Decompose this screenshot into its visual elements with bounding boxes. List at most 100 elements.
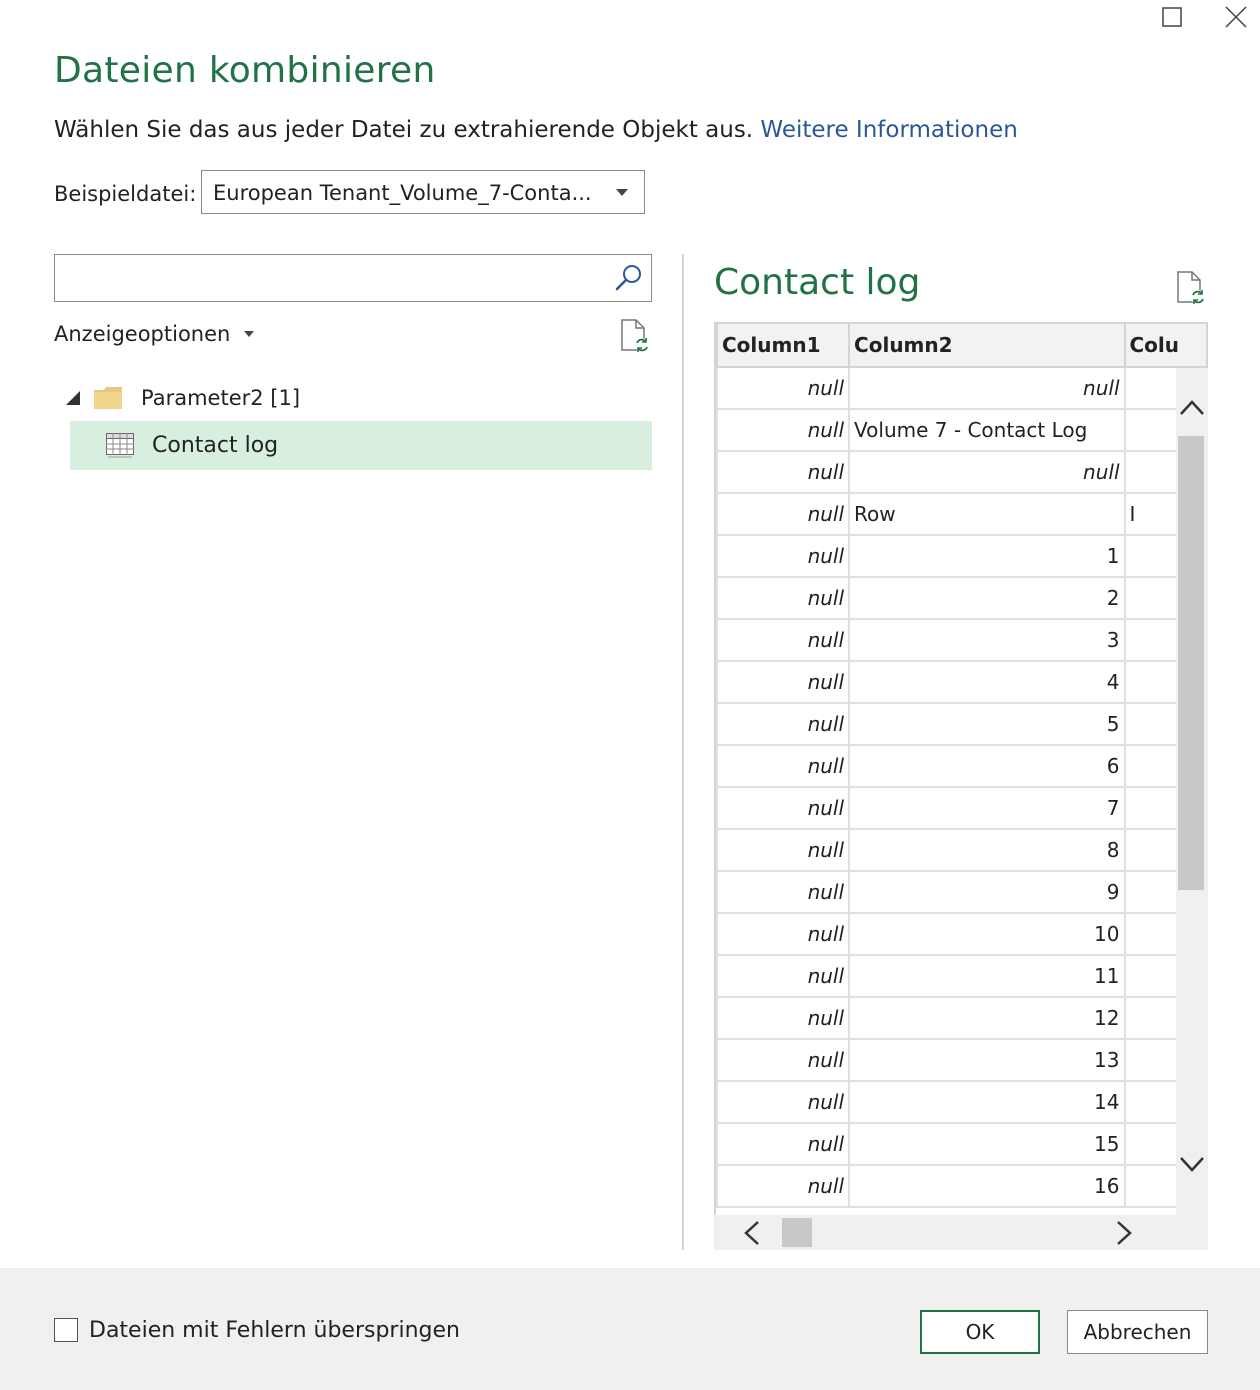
sample-file-dropdown[interactable]: European Tenant_Volume_7-Conta... bbox=[201, 170, 645, 214]
table-cell[interactable]: Volume 7 - Contact Log bbox=[848, 409, 1126, 452]
table-cell[interactable]: null bbox=[716, 703, 851, 746]
table-cell[interactable]: 16 bbox=[848, 1165, 1126, 1208]
table-row: null null bbox=[716, 451, 1208, 494]
table-cell[interactable]: 2 bbox=[848, 577, 1126, 620]
table-cell[interactable]: 10 bbox=[848, 913, 1126, 956]
table-cell[interactable]: null bbox=[716, 409, 851, 452]
search-input[interactable] bbox=[54, 254, 652, 302]
table-cell[interactable]: null bbox=[716, 1123, 851, 1166]
chevron-left-icon bbox=[744, 1221, 759, 1245]
sample-file-value: European Tenant_Volume_7-Conta... bbox=[213, 181, 592, 205]
table-cell[interactable]: null bbox=[716, 493, 851, 536]
table-row: null32 bbox=[716, 619, 1208, 662]
column-header[interactable]: Column1 bbox=[716, 322, 851, 368]
table-row: null112 bbox=[716, 955, 1208, 998]
ok-button[interactable]: OK bbox=[920, 1310, 1040, 1354]
more-info-link[interactable]: Weitere Informationen bbox=[760, 117, 1017, 143]
table-cell[interactable]: 6 bbox=[848, 745, 1126, 788]
table-cell[interactable]: null bbox=[716, 913, 851, 956]
pane-divider bbox=[682, 254, 684, 1250]
horizontal-scrollbar[interactable] bbox=[714, 1215, 1208, 1250]
preview-title: Contact log bbox=[714, 262, 921, 303]
dialog-title: Dateien kombinieren bbox=[54, 50, 436, 91]
tree-folder-parameter2[interactable]: Parameter2 [1] bbox=[62, 376, 652, 420]
table-row: null162 bbox=[716, 1165, 1208, 1208]
table-row: null122 bbox=[716, 997, 1208, 1040]
table-cell[interactable]: null bbox=[716, 997, 851, 1040]
table-cell[interactable]: 7 bbox=[848, 787, 1126, 830]
table-cell[interactable]: null bbox=[848, 367, 1126, 410]
table-row: null null bbox=[716, 367, 1208, 410]
refresh-file-icon[interactable] bbox=[618, 318, 652, 354]
table-cell[interactable]: null bbox=[716, 829, 851, 872]
table-cell[interactable]: null bbox=[716, 367, 851, 410]
table-row: null42 bbox=[716, 661, 1208, 704]
chevron-down-icon bbox=[244, 331, 255, 337]
scroll-left-button[interactable] bbox=[742, 1219, 772, 1247]
scroll-down-button[interactable] bbox=[1176, 1156, 1208, 1186]
horizontal-scroll-thumb[interactable] bbox=[782, 1218, 812, 1247]
table-row: null52 bbox=[716, 703, 1208, 746]
tree-item-label: Contact log bbox=[152, 433, 279, 458]
table-row: null12 bbox=[716, 535, 1208, 578]
instruction-label: Wählen Sie das aus jeder Datei zu extrah… bbox=[54, 117, 754, 143]
scroll-up-button[interactable] bbox=[1176, 398, 1208, 428]
table-cell[interactable]: Row bbox=[848, 493, 1126, 536]
sample-file-label: Beispieldatei: bbox=[54, 182, 197, 206]
skip-errors-checkbox[interactable] bbox=[54, 1318, 78, 1342]
search-icon[interactable] bbox=[613, 262, 645, 294]
table-cell[interactable]: null bbox=[716, 745, 851, 788]
dialog-footer: Dateien mit Fehlern überspringen OK Abbr… bbox=[0, 1268, 1260, 1390]
close-icon bbox=[1225, 6, 1247, 28]
table-cell[interactable]: null bbox=[716, 871, 851, 914]
vertical-scrollbar[interactable] bbox=[1176, 368, 1208, 1215]
table-cell[interactable]: null bbox=[716, 661, 851, 704]
table-cell[interactable]: null bbox=[716, 1165, 851, 1208]
instruction-text: Wählen Sie das aus jeder Datei zu extrah… bbox=[54, 117, 1018, 143]
table-cell[interactable]: 13 bbox=[848, 1039, 1126, 1082]
table-cell[interactable]: 4 bbox=[848, 661, 1126, 704]
table-cell[interactable]: null bbox=[716, 619, 851, 662]
chevron-down-icon bbox=[616, 189, 628, 196]
table-cell[interactable]: null bbox=[716, 577, 851, 620]
table-row: null152 bbox=[716, 1123, 1208, 1166]
table-cell[interactable]: null bbox=[716, 955, 851, 998]
skip-errors-label[interactable]: Dateien mit Fehlern überspringen bbox=[89, 1318, 460, 1343]
tree-item-contact-log[interactable]: Contact log bbox=[70, 421, 652, 470]
table-row: null132 bbox=[716, 1039, 1208, 1082]
table-cell[interactable]: 9 bbox=[848, 871, 1126, 914]
table-cell[interactable]: 5 bbox=[848, 703, 1126, 746]
table-row: null Row I bbox=[716, 493, 1208, 536]
table-cell[interactable]: null bbox=[716, 535, 851, 578]
table-cell[interactable]: null bbox=[716, 1039, 851, 1082]
cancel-button[interactable]: Abbrechen bbox=[1067, 1310, 1208, 1354]
scroll-right-button[interactable] bbox=[1116, 1219, 1146, 1247]
table-cell[interactable]: 12 bbox=[848, 997, 1126, 1040]
table-cell[interactable]: 15 bbox=[848, 1123, 1126, 1166]
table-cell[interactable]: null bbox=[716, 1081, 851, 1124]
display-options-label: Anzeigeoptionen bbox=[54, 322, 231, 346]
table-cell[interactable]: null bbox=[716, 451, 851, 494]
table-row: null62 bbox=[716, 745, 1208, 788]
table-cell[interactable]: 8 bbox=[848, 829, 1126, 872]
table-row: null82 bbox=[716, 829, 1208, 872]
refresh-file-icon[interactable] bbox=[1174, 270, 1208, 306]
expand-arrow-icon[interactable] bbox=[66, 391, 80, 405]
close-button[interactable] bbox=[1212, 0, 1260, 34]
table-row: null142 bbox=[716, 1081, 1208, 1124]
table-cell[interactable]: 3 bbox=[848, 619, 1126, 662]
display-options-dropdown[interactable]: Anzeigeoptionen bbox=[54, 322, 255, 346]
table-cell[interactable]: null bbox=[848, 451, 1126, 494]
table-cell[interactable]: null bbox=[716, 787, 851, 830]
chevron-right-icon bbox=[1117, 1221, 1132, 1245]
table-row: null Volume 7 - Contact Log bbox=[716, 409, 1208, 452]
table-cell[interactable]: 1 bbox=[848, 535, 1126, 578]
table-row: null102 bbox=[716, 913, 1208, 956]
vertical-scroll-thumb[interactable] bbox=[1178, 436, 1204, 890]
table-cell[interactable]: 14 bbox=[848, 1081, 1126, 1124]
chevron-up-icon bbox=[1180, 400, 1204, 415]
table-cell[interactable]: 11 bbox=[848, 955, 1126, 998]
column-header[interactable]: Colu bbox=[1123, 322, 1208, 368]
column-header[interactable]: Column2 bbox=[848, 322, 1126, 368]
maximize-button[interactable] bbox=[1148, 0, 1196, 34]
